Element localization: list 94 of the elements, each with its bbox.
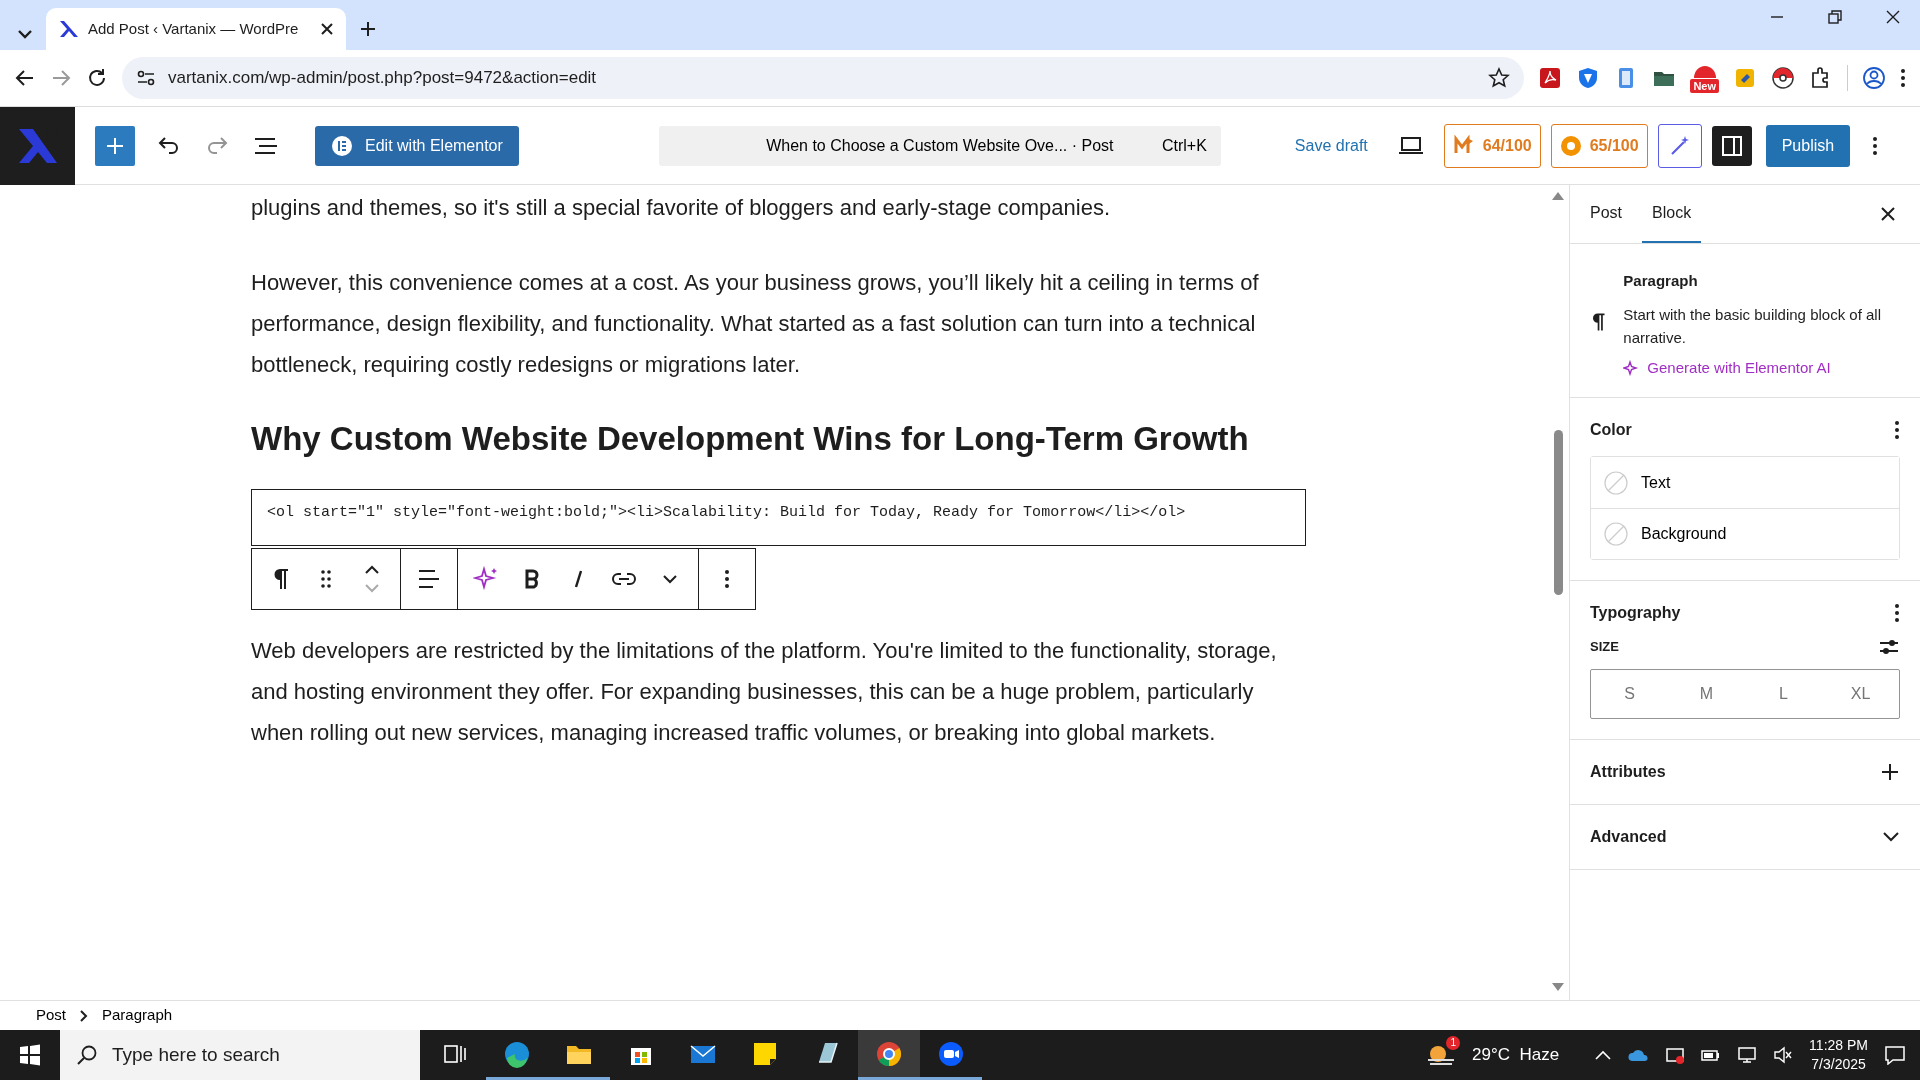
paragraph: Web developers are restricted by the limitations of the platform. You're limited to the functionality, storage, and hosting environment they offer. For expanding businesses, this can be a huge problem, particularly when rolling out new services, managing increased traffic volumes, or breaking into global markets. (251, 636, 1278, 747)
profile-icon[interactable] (1862, 66, 1886, 90)
panel-title[interactable]: Advanced (1590, 825, 1667, 849)
notification-badge: 1 (1446, 1036, 1460, 1050)
windows-icon (19, 1044, 41, 1066)
breadcrumb-item[interactable]: Post (32, 1004, 70, 1027)
search-field[interactable]: Type here to search (60, 1030, 420, 1080)
notifications-icon[interactable] (1884, 1045, 1906, 1065)
chevron-down-icon[interactable] (662, 572, 678, 585)
scroll-up-icon[interactable] (1551, 191, 1565, 201)
sparkle-icon (1623, 359, 1640, 376)
address-bar[interactable]: vartanix.com/wp-admin/post.php?post=9472&action=edit (122, 57, 1525, 99)
command-bar[interactable]: When to Choose a Custom Website Ove... · Post Ctrl+K (658, 125, 1221, 166)
save-draft-link[interactable]: Save draft (1294, 133, 1368, 158)
sidebar-tab[interactable]: Post (1580, 185, 1632, 243)
ball-icon[interactable] (1771, 66, 1795, 90)
publish-button[interactable]: Publish (1765, 124, 1851, 167)
size-label: SIZE (1590, 638, 1619, 657)
sliders-icon[interactable] (1878, 637, 1900, 657)
battery-icon[interactable] (1701, 1048, 1722, 1062)
browser-tab[interactable]: Add Post ‹ Vartanix — WordPre (46, 8, 346, 50)
shortcut-text: Ctrl+K (1161, 135, 1207, 156)
panel-title[interactable]: Color (1590, 418, 1632, 442)
desktop-preview-icon[interactable] (1397, 134, 1424, 157)
settings-toggle[interactable] (1711, 125, 1752, 166)
paragraph: plugins and themes, so it's still a special favorite of bloggers and early-stage companies. (251, 194, 1111, 222)
document-title: When to Choose a Custom Website Ove... · Post (766, 135, 1114, 156)
more-icon[interactable] (1900, 67, 1906, 89)
chevron-right-icon (80, 1009, 88, 1022)
code-block[interactable]: <ol start="1" style="font-weight:bold;"><li>Scalability: Build for Today, Ready for Tomorrow</li></ol> (251, 488, 1306, 546)
paragraph-icon (1590, 310, 1606, 334)
network-icon[interactable] (1737, 1046, 1758, 1064)
taskbar-app[interactable] (858, 1030, 920, 1080)
paragraph-icon[interactable] (271, 566, 289, 591)
color-option[interactable]: Background (1591, 508, 1899, 559)
sparkle-icon[interactable] (473, 565, 499, 592)
size-option[interactable]: XL (1822, 670, 1899, 718)
ai-generate-link[interactable]: Generate with Elementor AI (1623, 356, 1900, 379)
scrollbar-thumb[interactable] (1554, 430, 1563, 595)
bold-icon[interactable] (524, 568, 540, 589)
pdf-icon[interactable] (1538, 66, 1563, 90)
clock-time[interactable]: 11:28 PM (1809, 1036, 1868, 1055)
options-icon[interactable] (1872, 134, 1879, 157)
chrome-icon (875, 1039, 903, 1068)
panel-title[interactable]: Typography (1590, 601, 1681, 625)
panel-title[interactable]: Attributes (1590, 760, 1666, 784)
align-icon[interactable] (417, 567, 441, 590)
close-icon[interactable] (1886, 10, 1900, 24)
size-option[interactable]: L (1745, 670, 1822, 718)
block-title: Paragraph (1623, 271, 1699, 291)
sidebar-tab[interactable]: Block (1642, 185, 1702, 243)
ai-wand-button[interactable] (1657, 123, 1702, 168)
bookmark-star-icon[interactable] (1488, 67, 1511, 89)
no-color-icon (1603, 469, 1629, 496)
options-icon[interactable] (724, 567, 730, 590)
clock-date[interactable]: 7/3/2025 (1809, 1055, 1868, 1074)
site-logo-icon (58, 19, 78, 39)
heading: Why Custom Website Development Wins for Long-Term Growth (251, 419, 1250, 459)
edge-icon (503, 1039, 531, 1068)
zoom-icon (937, 1039, 965, 1068)
link-icon[interactable] (612, 570, 636, 587)
volume-muted-icon[interactable] (1773, 1046, 1794, 1064)
weather-text[interactable]: 29°C Haze (1472, 1042, 1560, 1068)
size-option[interactable]: S (1591, 670, 1668, 718)
options-icon[interactable] (1894, 419, 1900, 441)
elementor-icon (331, 134, 353, 157)
breadcrumb-item[interactable]: Paragraph (98, 1004, 177, 1027)
close-icon[interactable] (320, 22, 334, 36)
tag-icon[interactable] (1733, 66, 1757, 90)
url-text: vartanix.com/wp-admin/post.php?post=9472&action=edit (168, 67, 598, 90)
chevron-down-icon[interactable] (1882, 831, 1900, 843)
new-tab-icon[interactable] (358, 19, 378, 39)
no-color-icon (1603, 521, 1629, 547)
hat-icon[interactable] (1692, 63, 1717, 78)
cloud-icon[interactable] (1627, 1048, 1650, 1062)
plus-icon (105, 135, 125, 156)
site-settings-icon (136, 68, 156, 88)
restore-icon[interactable] (1828, 10, 1842, 24)
block-description: Start with the basic building block of all narrative. (1623, 304, 1882, 348)
new-badge: New (1690, 78, 1719, 93)
reload-icon[interactable] (86, 67, 108, 89)
sidebar-icon (1720, 134, 1743, 157)
paragraph: However, this convenience comes at a cost. As your business grows, you’ll likely hit a ceiling in terms of performance, design flexibility, and functionality. What started as a fast solution can turn into a technical bottleneck, requiring costly redesigns or migrations later. (251, 269, 1260, 379)
options-icon[interactable] (1894, 602, 1900, 624)
close-icon[interactable] (1880, 206, 1896, 222)
drag-handle-icon[interactable] (320, 568, 332, 589)
add-block-button[interactable] (95, 125, 135, 166)
elementor-button[interactable]: Edit with Elementor (315, 125, 519, 166)
chevron-up-icon[interactable] (1595, 1050, 1612, 1060)
plus-icon[interactable] (1880, 762, 1900, 782)
italic-icon[interactable] (572, 568, 584, 589)
size-option[interactable]: M (1668, 670, 1745, 718)
search-icon (76, 1044, 98, 1066)
scroll-down-icon[interactable] (1551, 982, 1565, 992)
